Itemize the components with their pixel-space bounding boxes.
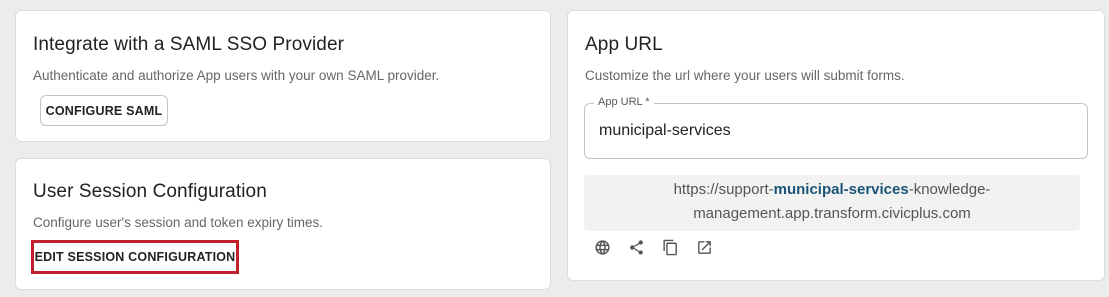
app-url-card: App URL Customize the url where your use… bbox=[567, 10, 1105, 281]
saml-card: Integrate with a SAML SSO Provider Authe… bbox=[15, 10, 551, 142]
app-url-card-description: Customize the url where your users will … bbox=[585, 68, 905, 83]
app-url-card-title: App URL bbox=[585, 34, 663, 55]
session-card: User Session Configuration Configure use… bbox=[15, 158, 551, 290]
url-preview-prefix: https://support- bbox=[673, 181, 774, 198]
url-preview-suffix-2: management.app.transform.civicplus.com bbox=[693, 205, 971, 222]
app-url-field[interactable]: App URL * municipal-services bbox=[584, 96, 1088, 159]
saml-card-title: Integrate with a SAML SSO Provider bbox=[33, 34, 345, 55]
edit-session-configuration-button[interactable]: EDIT SESSION CONFIGURATION bbox=[31, 240, 239, 274]
app-url-field-label: App URL * bbox=[594, 96, 654, 108]
app-url-preview: https://support-municipal-services-knowl… bbox=[584, 175, 1080, 231]
session-card-description: Configure user's session and token expir… bbox=[33, 215, 323, 230]
copy-icon[interactable] bbox=[660, 237, 680, 257]
open-in-new-icon[interactable] bbox=[694, 237, 714, 257]
url-preview-highlight: municipal-services bbox=[773, 181, 909, 198]
configure-saml-button[interactable]: CONFIGURE SAML bbox=[40, 95, 168, 126]
saml-card-description: Authenticate and authorize App users wit… bbox=[33, 68, 440, 83]
app-url-field-value[interactable]: municipal-services bbox=[599, 122, 731, 140]
session-card-title: User Session Configuration bbox=[33, 181, 267, 202]
url-preview-suffix-1: -knowledge- bbox=[908, 181, 991, 198]
share-icon[interactable] bbox=[626, 237, 646, 257]
url-action-icons bbox=[592, 237, 714, 257]
globe-icon[interactable] bbox=[592, 237, 612, 257]
